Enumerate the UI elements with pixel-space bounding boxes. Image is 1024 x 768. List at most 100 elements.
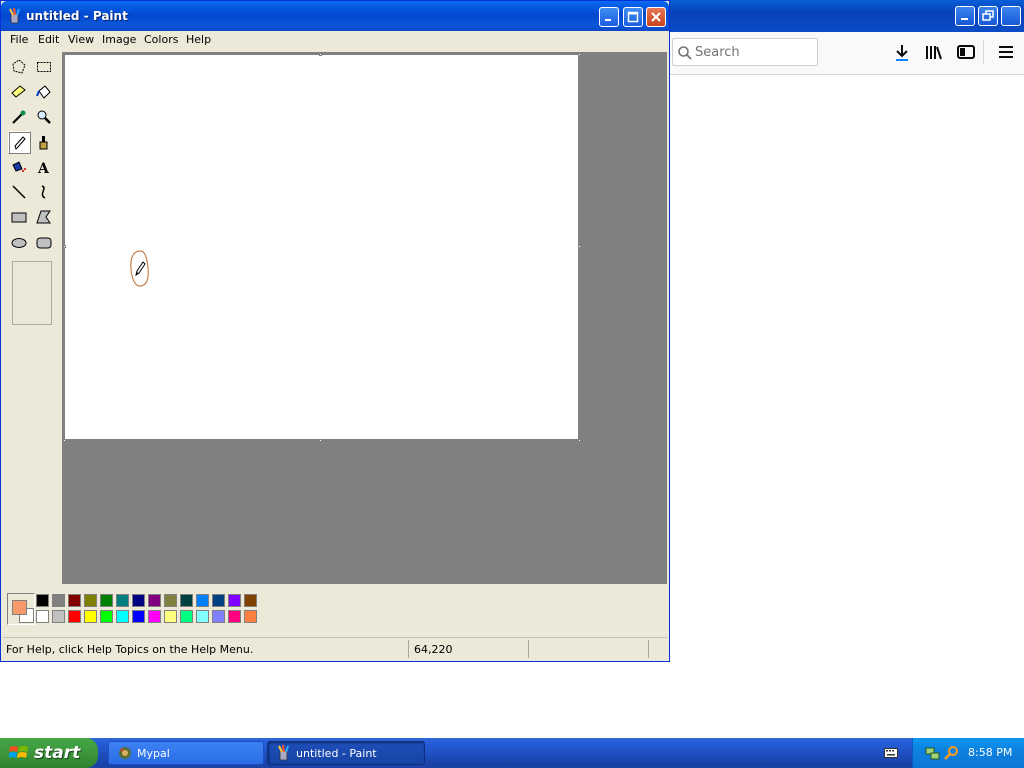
tool-eraser[interactable] (8, 81, 31, 104)
menu-icon[interactable] (996, 42, 1016, 62)
palette-swatch[interactable] (52, 610, 65, 623)
pencil-icon (14, 136, 26, 150)
palette-swatch[interactable] (196, 610, 209, 623)
palette-swatch[interactable] (244, 594, 257, 607)
search-tray-icon[interactable] (943, 745, 959, 761)
start-button[interactable]: start (0, 738, 98, 768)
palette-swatch[interactable] (148, 594, 161, 607)
tool-pencil[interactable] (8, 131, 31, 154)
tool-text[interactable]: A (33, 156, 56, 179)
tool-ellipse[interactable] (8, 231, 31, 254)
toolbox: A (4, 52, 61, 584)
browser-minimize-button[interactable] (955, 6, 975, 26)
paint-minimize-button[interactable] (599, 7, 619, 27)
resize-handle (63, 439, 66, 442)
paint-close-button[interactable] (646, 7, 666, 27)
tool-rectangle[interactable] (8, 206, 31, 229)
brush-icon (39, 136, 48, 150)
menu-view[interactable]: View (65, 33, 97, 46)
palette-swatch[interactable] (164, 594, 177, 607)
tool-polygon[interactable] (33, 206, 56, 229)
palette-swatch[interactable] (100, 610, 113, 623)
paint-maximize-button[interactable] (623, 7, 643, 27)
taskbar-item-label: Mypal (137, 747, 170, 760)
tool-magnifier[interactable] (33, 106, 56, 129)
status-bar: For Help, click Help Topics on the Help … (3, 637, 667, 660)
palette-swatch[interactable] (228, 594, 241, 607)
palette-swatch[interactable] (84, 594, 97, 607)
drawing-canvas[interactable] (65, 55, 578, 439)
palette-swatch[interactable] (84, 610, 97, 623)
palette-swatch[interactable] (132, 594, 145, 607)
palette-swatch[interactable] (180, 610, 193, 623)
taskbar: start Mypal untitled - Paint 8:58 PM (0, 738, 1024, 768)
palette-swatch[interactable] (36, 610, 49, 623)
system-tray: 8:58 PM (912, 738, 1024, 768)
palette-swatch[interactable] (116, 610, 129, 623)
tool-free-form-select[interactable] (8, 56, 31, 79)
clock: 8:58 PM (968, 746, 1013, 759)
palette-swatch[interactable] (180, 594, 193, 607)
resize-handle[interactable] (578, 245, 581, 248)
windows-logo-icon (9, 746, 28, 758)
menu-help[interactable]: Help (183, 33, 214, 46)
palette-swatch[interactable] (68, 610, 81, 623)
palette-swatch[interactable] (244, 610, 257, 623)
palette-swatch[interactable] (132, 610, 145, 623)
sidebar-icon[interactable] (956, 42, 976, 62)
tool-select[interactable] (33, 56, 56, 79)
palette-swatch[interactable] (228, 610, 241, 623)
status-separator (408, 640, 409, 658)
resize-handle (578, 53, 581, 56)
palette-swatch[interactable] (100, 594, 113, 607)
airbrush-icon (12, 161, 26, 172)
resize-handle[interactable] (578, 439, 581, 442)
palette-swatch[interactable] (196, 594, 209, 607)
search-input[interactable] (695, 43, 813, 61)
network-icon[interactable] (925, 745, 941, 761)
ellipse-icon (11, 238, 27, 248)
tool-airbrush[interactable] (8, 156, 31, 179)
keyboard-icon[interactable] (884, 748, 898, 758)
taskbar-item-paint[interactable]: untitled - Paint (267, 741, 425, 765)
tool-curve[interactable] (33, 181, 56, 204)
toolbar-separator (983, 40, 984, 64)
library-icon[interactable] (924, 42, 944, 62)
text-icon: A (37, 161, 50, 175)
status-help-text: For Help, click Help Topics on the Help … (6, 643, 254, 656)
polygon-icon (36, 210, 51, 224)
tool-fill[interactable] (33, 81, 56, 104)
menu-image[interactable]: Image (99, 33, 139, 46)
browser-close-button[interactable] (1001, 6, 1021, 26)
color-palette (4, 589, 667, 633)
menu-colors[interactable]: Colors (141, 33, 181, 46)
tool-brush[interactable] (33, 131, 56, 154)
canvas-area (62, 52, 667, 584)
taskbar-item-mypal[interactable]: Mypal (108, 741, 264, 765)
tool-line[interactable] (8, 181, 31, 204)
palette-swatch[interactable] (116, 594, 129, 607)
palette-swatch[interactable] (212, 594, 225, 607)
tool-pick-color[interactable] (8, 106, 31, 129)
paint-app-icon (9, 8, 20, 24)
svg-text:A: A (37, 161, 50, 175)
palette-swatch[interactable] (212, 610, 225, 623)
restore-icon (982, 10, 994, 21)
palette-swatch[interactable] (52, 594, 65, 607)
menu-file[interactable]: File (7, 33, 31, 46)
mypal-icon (119, 747, 131, 759)
search-box[interactable] (672, 38, 818, 66)
palette-swatch[interactable] (148, 610, 161, 623)
palette-swatch[interactable] (68, 594, 81, 607)
menu-edit[interactable]: Edit (35, 33, 62, 46)
foreground-color-swatch (12, 600, 27, 615)
resize-handle[interactable] (319, 439, 322, 442)
palette-swatch[interactable] (36, 594, 49, 607)
paint-titlebar[interactable]: untitled - Paint (1, 1, 669, 31)
resize-handle (63, 245, 66, 248)
palette-swatch[interactable] (164, 610, 177, 623)
tool-rounded-rectangle[interactable] (33, 231, 56, 254)
download-icon[interactable] (892, 42, 912, 62)
browser-restore-button[interactable] (978, 6, 998, 26)
tool-options-panel[interactable] (12, 261, 52, 325)
